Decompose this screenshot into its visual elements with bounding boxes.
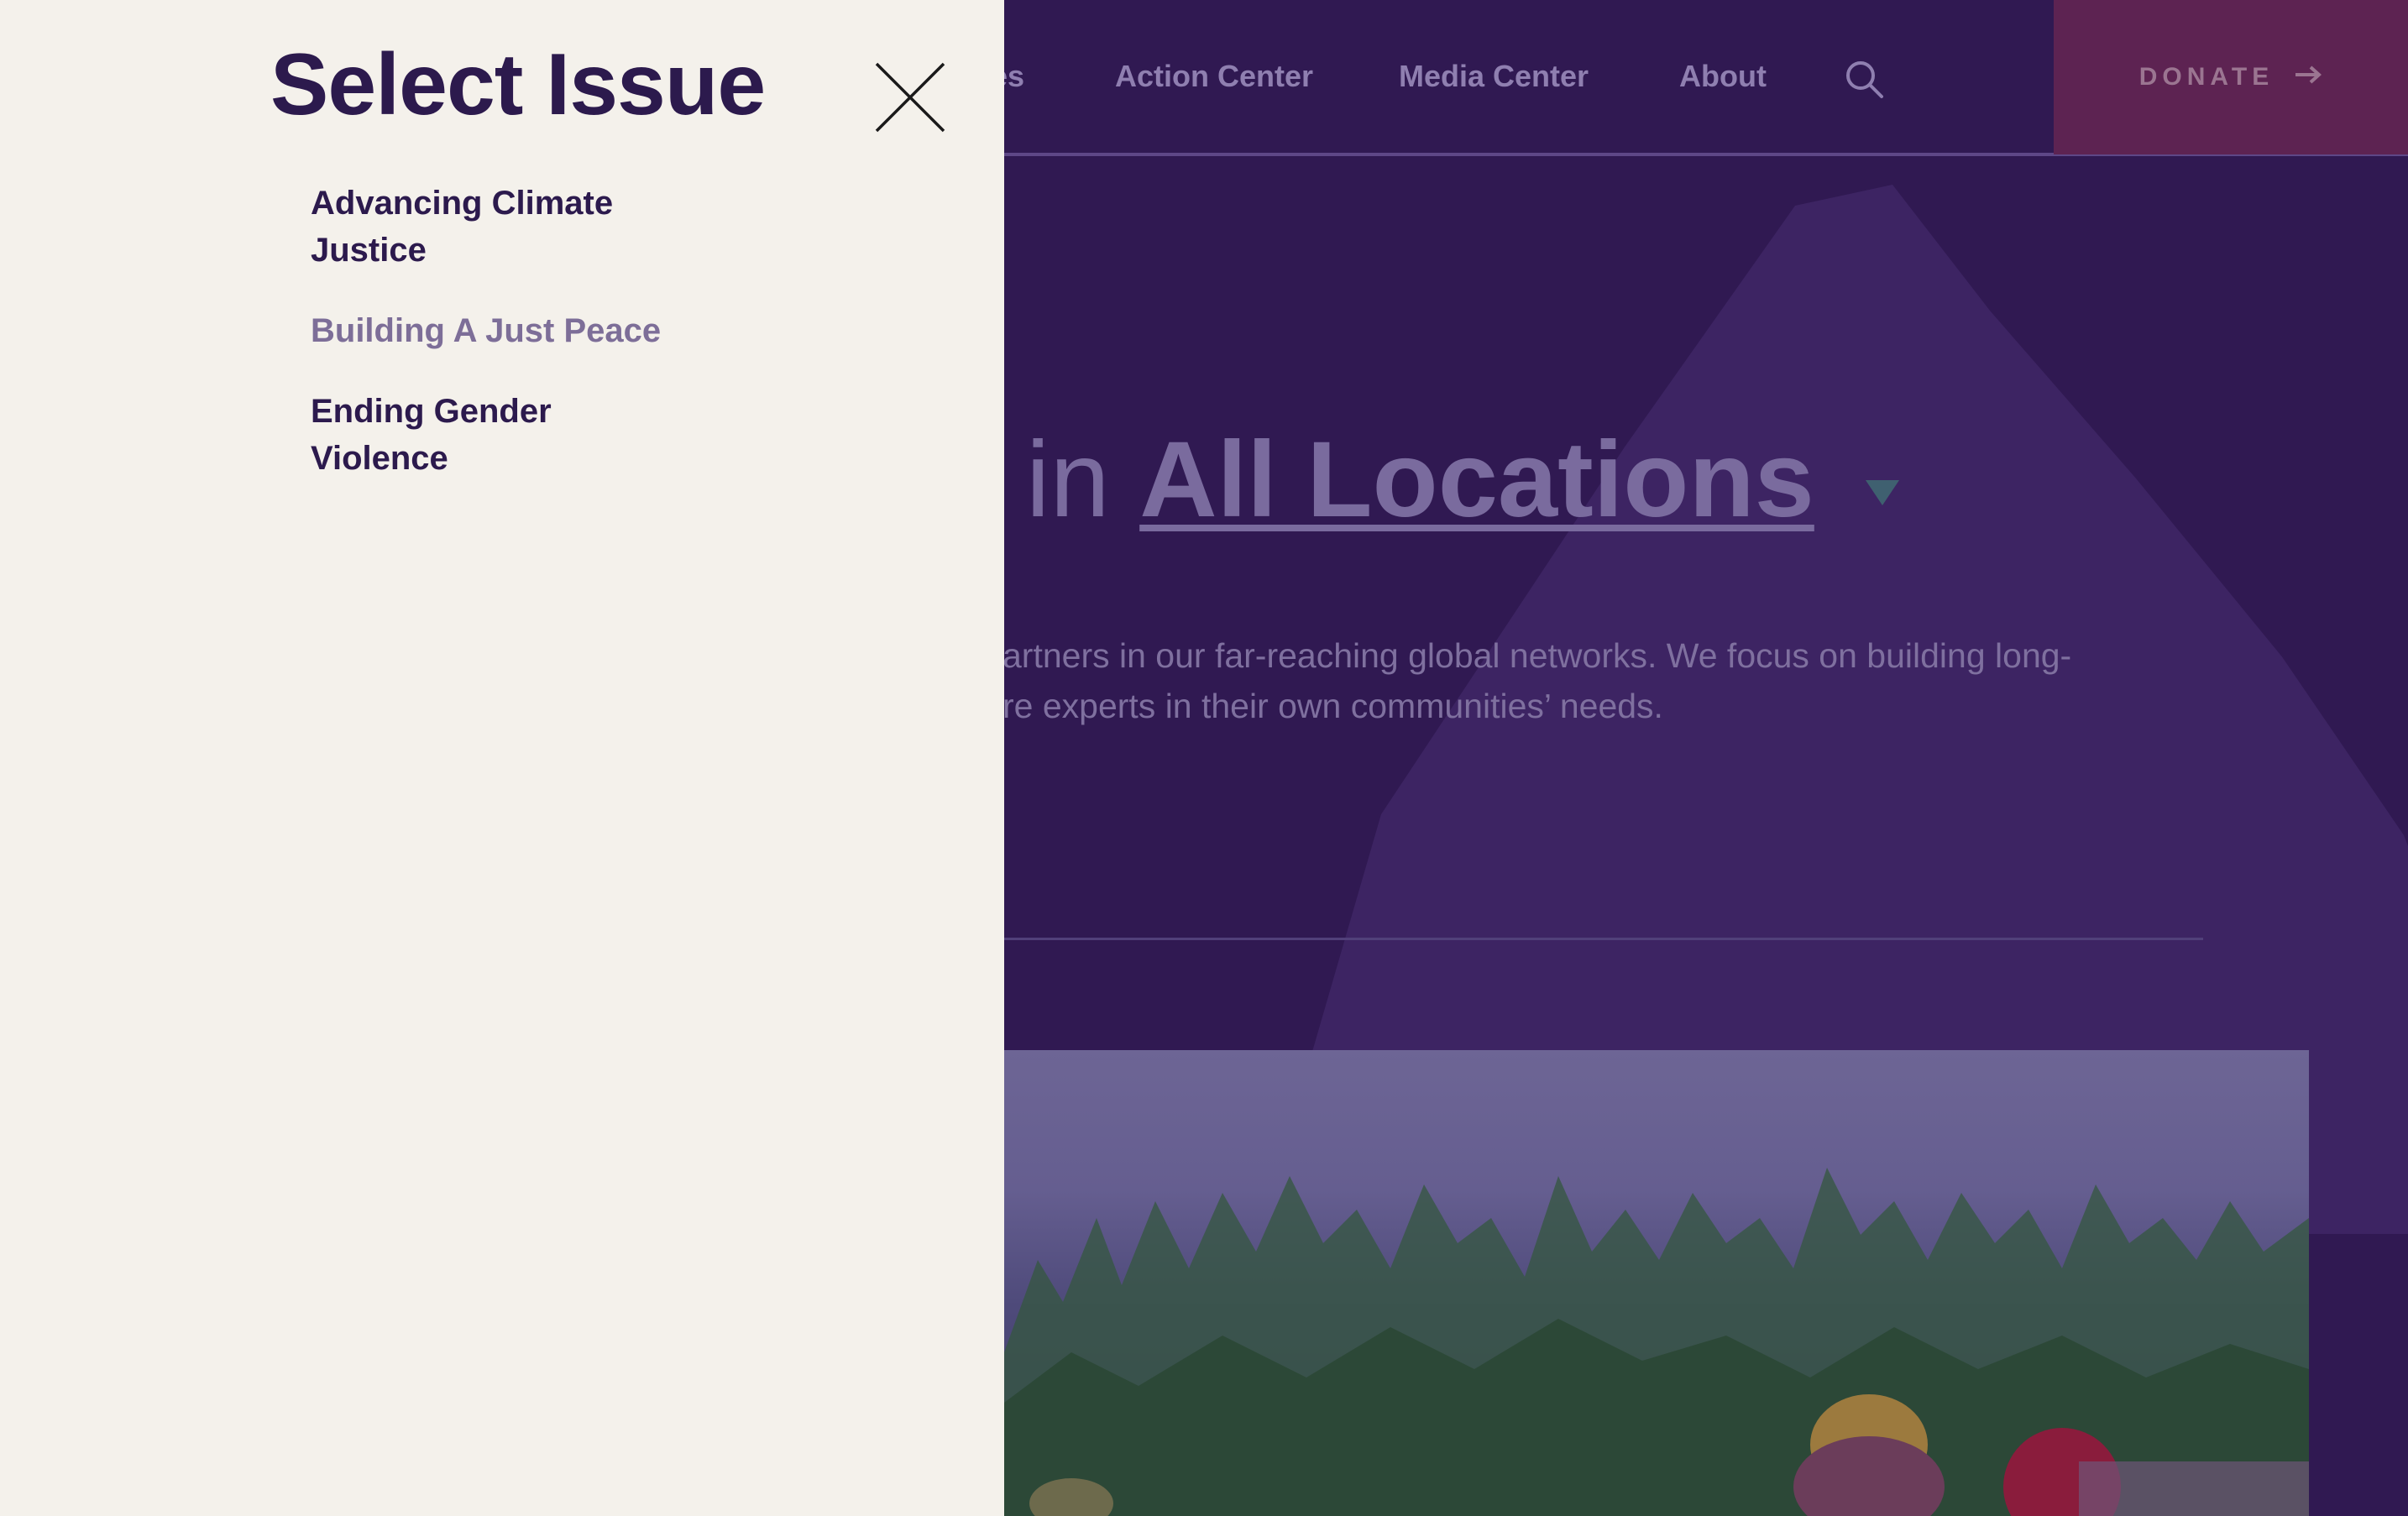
issue-list: Advancing Climate Justice Building A Jus… bbox=[311, 180, 747, 515]
issue-label-line-1: Building A Just Peace bbox=[311, 312, 662, 349]
section-divider bbox=[1004, 938, 2203, 940]
issue-label-line-1: Ending Gender bbox=[311, 393, 552, 430]
drawer-title: Select Issue bbox=[270, 36, 766, 133]
issue-label-line-2: Justice bbox=[311, 232, 427, 269]
close-icon[interactable] bbox=[873, 60, 947, 134]
donate-label: DONATE bbox=[2138, 63, 2275, 91]
headline-prefix: in bbox=[1026, 420, 1110, 540]
issue-label-line-2: Violence bbox=[311, 440, 448, 477]
issue-label-line-1: Advancing Climate bbox=[311, 185, 614, 222]
nav-link-action-center[interactable]: Action Center bbox=[1115, 59, 1313, 94]
hero-headline: in All Locations bbox=[1026, 426, 1814, 534]
caret-down-icon[interactable] bbox=[1866, 480, 1899, 505]
nav-link-media-center[interactable]: Media Center bbox=[1399, 59, 1589, 94]
hero-description-line-1: artners in our far-reaching global netwo… bbox=[1002, 636, 2072, 675]
donate-button[interactable]: DONATE bbox=[2054, 0, 2408, 154]
issue-option-advancing-climate-justice[interactable]: Advancing Climate Justice bbox=[311, 180, 747, 274]
hero-description-line-2: re experts in their own communities’ nee… bbox=[1002, 687, 1663, 725]
arrow-right-icon bbox=[2294, 63, 2322, 91]
location-dropdown-label[interactable]: All Locations bbox=[1139, 420, 1814, 540]
nav-link-about[interactable]: About bbox=[1679, 59, 1767, 94]
search-icon[interactable] bbox=[1844, 59, 1886, 101]
issue-option-building-a-just-peace[interactable]: Building A Just Peace bbox=[311, 307, 747, 354]
hero-photo bbox=[1004, 1050, 2309, 1516]
select-issue-drawer: Select Issue Advancing Climate Justice B… bbox=[0, 0, 1004, 1516]
issue-option-ending-gender-violence[interactable]: Ending Gender Violence bbox=[311, 388, 747, 482]
